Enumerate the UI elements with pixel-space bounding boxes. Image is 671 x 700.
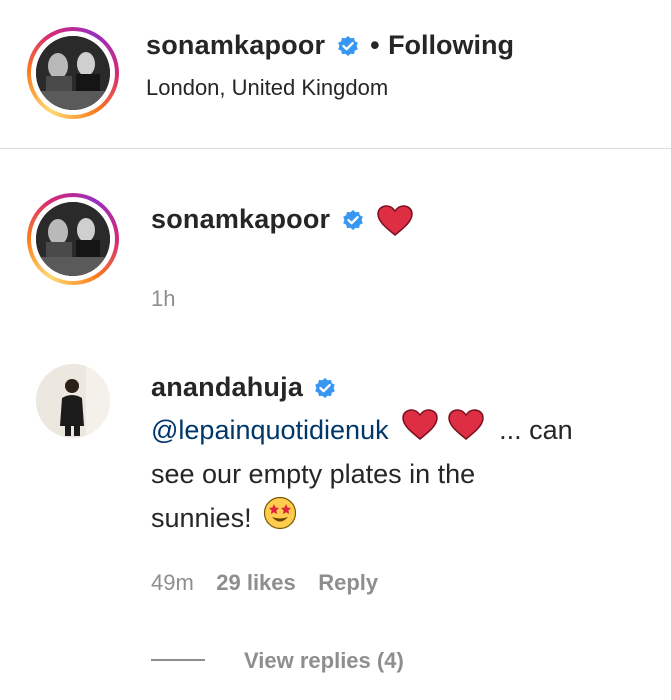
reply-button[interactable]: Reply xyxy=(318,570,378,595)
caption-avatar[interactable] xyxy=(27,193,119,285)
verified-badge-icon xyxy=(336,35,360,64)
comment-username[interactable]: anandahuja xyxy=(151,372,303,402)
avatar-photo xyxy=(36,36,110,110)
comment-text-fragment: sunnies! xyxy=(151,503,252,533)
comment-header-row: anandahuja xyxy=(151,372,337,406)
following-button[interactable]: Following xyxy=(388,30,514,60)
comment-meta-row: 49m 29 likes Reply xyxy=(151,570,378,596)
replies-line xyxy=(151,659,205,661)
comment-text-fragment: ... can xyxy=(499,415,573,445)
separator-dot: • xyxy=(370,30,380,60)
comment-line-2: see our empty plates in the xyxy=(151,459,476,489)
comment-time[interactable]: 49m xyxy=(151,570,194,595)
caption-username[interactable]: sonamkapoor xyxy=(151,204,330,234)
likes-count[interactable]: 29 likes xyxy=(216,570,296,595)
comment-avatar[interactable] xyxy=(36,364,110,438)
mention-link[interactable]: @lepainquotidienuk xyxy=(151,415,389,445)
caption-row: sonamkapoor xyxy=(151,204,413,242)
view-replies-button[interactable]: View replies (4) xyxy=(244,648,404,674)
verified-badge-icon xyxy=(313,377,337,406)
avatar-photo xyxy=(36,202,110,276)
comment-line-3: sunnies! xyxy=(151,496,297,543)
header-username[interactable]: sonamkapoor xyxy=(146,30,325,60)
red-heart-icon xyxy=(377,205,413,242)
header-avatar[interactable] xyxy=(27,27,119,119)
red-heart-icon xyxy=(447,409,484,454)
header-divider xyxy=(0,148,671,149)
header-title-row: sonamkapoor • Following xyxy=(146,30,514,64)
red-heart-icon xyxy=(402,409,438,454)
post-header: sonamkapoor • Following London, United K… xyxy=(0,0,671,148)
location-link[interactable]: London, United Kingdom xyxy=(146,75,388,101)
star-struck-emoji-icon xyxy=(263,496,297,543)
caption-time[interactable]: 1h xyxy=(151,286,175,312)
comment-line-1: @lepainquotidienuk ... can xyxy=(151,408,573,454)
verified-badge-icon xyxy=(341,209,365,238)
